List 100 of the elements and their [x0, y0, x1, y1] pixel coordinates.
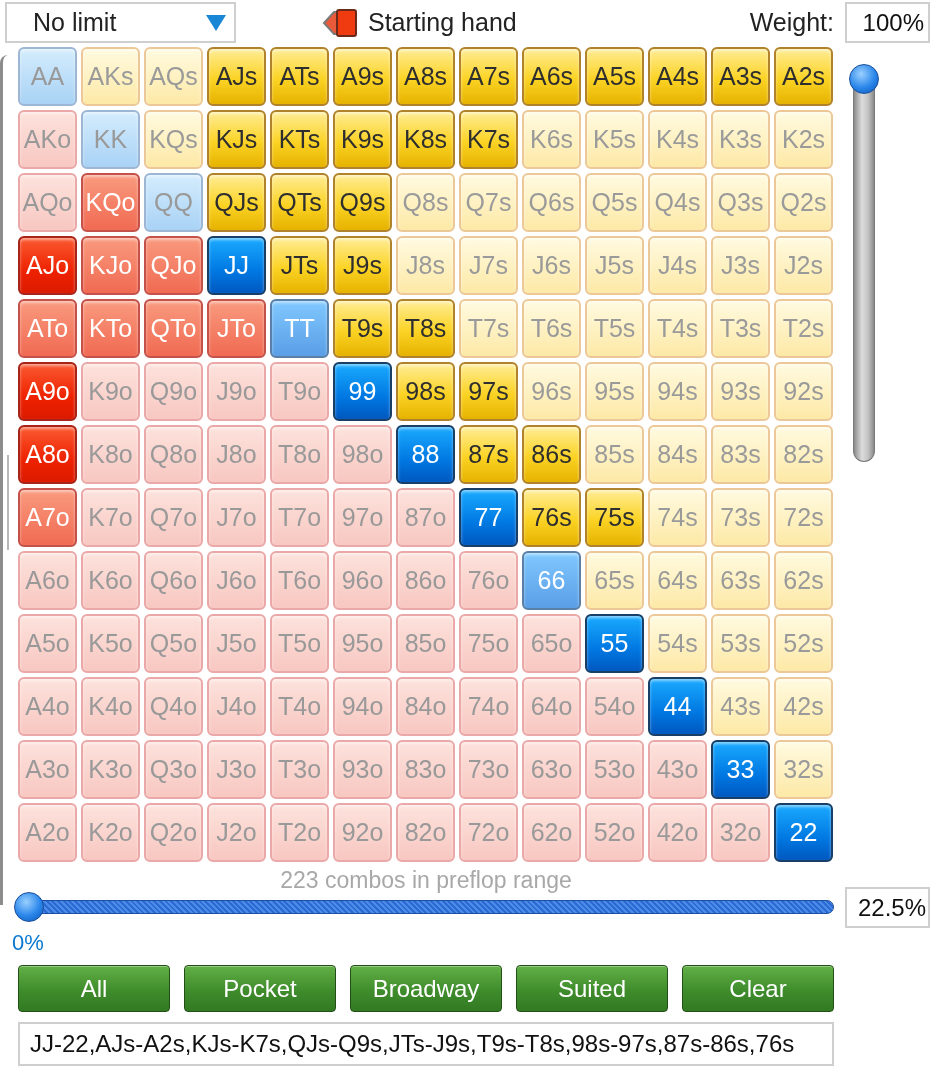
hand-button[interactable]: KK: [81, 110, 140, 169]
hand-button[interactable]: K3s: [711, 110, 770, 169]
hand-button[interactable]: JJ: [207, 236, 266, 295]
hand-button[interactable]: T2s: [774, 299, 833, 358]
hand-button[interactable]: Q3s: [711, 173, 770, 232]
hand-button[interactable]: K3o: [81, 740, 140, 799]
hand-button[interactable]: A9s: [333, 47, 392, 106]
hand-button[interactable]: J6s: [522, 236, 581, 295]
hand-button[interactable]: T6o: [270, 551, 329, 610]
preset-button[interactable]: All: [18, 965, 170, 1012]
hand-button[interactable]: 22: [774, 803, 833, 862]
preset-button[interactable]: Broadway: [350, 965, 502, 1012]
hand-button[interactable]: 64o: [522, 677, 581, 736]
hand-button[interactable]: 97o: [333, 488, 392, 547]
hand-button[interactable]: QQ: [144, 173, 203, 232]
hand-button[interactable]: J9s: [333, 236, 392, 295]
hand-button[interactable]: A5s: [585, 47, 644, 106]
hand-button[interactable]: Q5s: [585, 173, 644, 232]
hand-button[interactable]: T3o: [270, 740, 329, 799]
hand-button[interactable]: J5s: [585, 236, 644, 295]
hand-button[interactable]: ATo: [18, 299, 77, 358]
hand-button[interactable]: 77: [459, 488, 518, 547]
hand-button[interactable]: T8s: [396, 299, 455, 358]
hand-button[interactable]: J8s: [396, 236, 455, 295]
hand-button[interactable]: T7s: [459, 299, 518, 358]
hand-button[interactable]: K9o: [81, 362, 140, 421]
hand-button[interactable]: JTo: [207, 299, 266, 358]
hand-button[interactable]: T3s: [711, 299, 770, 358]
hand-button[interactable]: K8o: [81, 425, 140, 484]
hand-button[interactable]: T9s: [333, 299, 392, 358]
hand-button[interactable]: 85o: [396, 614, 455, 673]
hand-button[interactable]: A4s: [648, 47, 707, 106]
hand-button[interactable]: 99: [333, 362, 392, 421]
hand-button[interactable]: J3o: [207, 740, 266, 799]
hand-button[interactable]: Q6o: [144, 551, 203, 610]
hand-button[interactable]: 44: [648, 677, 707, 736]
hand-button[interactable]: 95o: [333, 614, 392, 673]
hand-button[interactable]: 75s: [585, 488, 644, 547]
hand-button[interactable]: T6s: [522, 299, 581, 358]
hand-button[interactable]: K5o: [81, 614, 140, 673]
hand-button[interactable]: J5o: [207, 614, 266, 673]
hand-button[interactable]: T7o: [270, 488, 329, 547]
hand-button[interactable]: QJo: [144, 236, 203, 295]
hand-button[interactable]: 98o: [333, 425, 392, 484]
hand-button[interactable]: AJs: [207, 47, 266, 106]
hand-button[interactable]: AA: [18, 47, 77, 106]
hand-button[interactable]: TT: [270, 299, 329, 358]
hand-button[interactable]: 84s: [648, 425, 707, 484]
hand-button[interactable]: 32s: [774, 740, 833, 799]
hand-button[interactable]: 85s: [585, 425, 644, 484]
hand-button[interactable]: A9o: [18, 362, 77, 421]
hand-button[interactable]: K7s: [459, 110, 518, 169]
hand-button[interactable]: 54s: [648, 614, 707, 673]
hand-button[interactable]: 96s: [522, 362, 581, 421]
hand-button[interactable]: 72o: [459, 803, 518, 862]
hand-button[interactable]: 53o: [585, 740, 644, 799]
hand-button[interactable]: K8s: [396, 110, 455, 169]
hand-button[interactable]: AQs: [144, 47, 203, 106]
hand-button[interactable]: 53s: [711, 614, 770, 673]
hand-button[interactable]: J2s: [774, 236, 833, 295]
hand-button[interactable]: 33: [711, 740, 770, 799]
hand-button[interactable]: Q7s: [459, 173, 518, 232]
hand-button[interactable]: A7s: [459, 47, 518, 106]
hand-button[interactable]: Q2s: [774, 173, 833, 232]
hand-button[interactable]: A3s: [711, 47, 770, 106]
hand-button[interactable]: 92o: [333, 803, 392, 862]
hand-button[interactable]: 43o: [648, 740, 707, 799]
hand-button[interactable]: Q3o: [144, 740, 203, 799]
hand-button[interactable]: 86o: [396, 551, 455, 610]
hand-button[interactable]: 82s: [774, 425, 833, 484]
preset-button[interactable]: Suited: [516, 965, 668, 1012]
hand-button[interactable]: J3s: [711, 236, 770, 295]
hand-button[interactable]: A8o: [18, 425, 77, 484]
hand-button[interactable]: KTs: [270, 110, 329, 169]
hand-button[interactable]: Q4o: [144, 677, 203, 736]
hand-button[interactable]: KJs: [207, 110, 266, 169]
hand-button[interactable]: A3o: [18, 740, 77, 799]
hand-button[interactable]: KQo: [81, 173, 140, 232]
hand-button[interactable]: 42s: [774, 677, 833, 736]
hand-button[interactable]: Q9s: [333, 173, 392, 232]
hand-button[interactable]: A5o: [18, 614, 77, 673]
preset-button[interactable]: Pocket: [184, 965, 336, 1012]
hand-button[interactable]: A8s: [396, 47, 455, 106]
hand-button[interactable]: T8o: [270, 425, 329, 484]
hand-button[interactable]: 87s: [459, 425, 518, 484]
hand-button[interactable]: J4s: [648, 236, 707, 295]
hand-button[interactable]: A7o: [18, 488, 77, 547]
hand-button[interactable]: K2s: [774, 110, 833, 169]
hand-button[interactable]: 94o: [333, 677, 392, 736]
hand-button[interactable]: 52s: [774, 614, 833, 673]
hand-button[interactable]: A4o: [18, 677, 77, 736]
hand-button[interactable]: 73s: [711, 488, 770, 547]
hand-button[interactable]: 86s: [522, 425, 581, 484]
weight-field[interactable]: 100%: [845, 2, 930, 43]
hand-button[interactable]: QTs: [270, 173, 329, 232]
hand-button[interactable]: T5s: [585, 299, 644, 358]
game-type-dropdown[interactable]: No limit: [5, 2, 236, 43]
hand-button[interactable]: 72s: [774, 488, 833, 547]
hand-button[interactable]: K4s: [648, 110, 707, 169]
hand-button[interactable]: J2o: [207, 803, 266, 862]
